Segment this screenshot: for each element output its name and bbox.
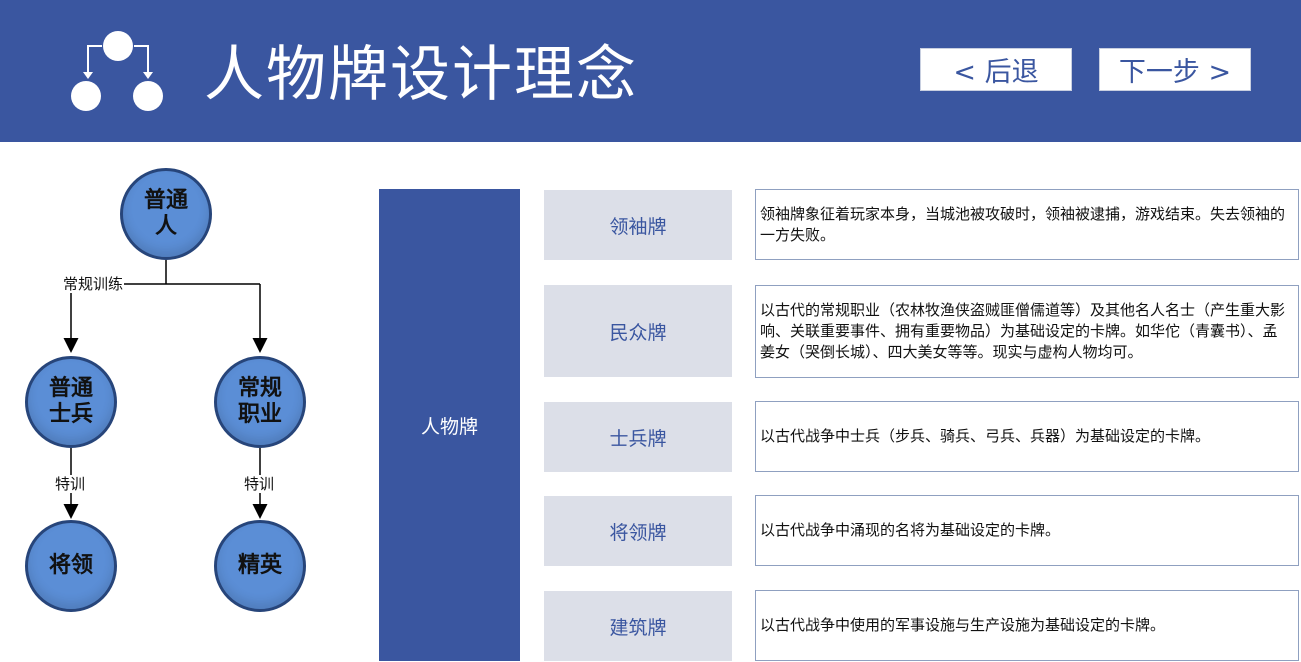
next-button[interactable]: 下一步 > (1099, 48, 1251, 91)
page-title: 人物牌设计理念 (204, 40, 638, 110)
category-general-card: 将领牌 (544, 496, 732, 566)
back-button[interactable]: < 后退 (920, 48, 1072, 91)
header-banner: 人物牌设计理念 < 后退 下一步 > (0, 0, 1301, 142)
description-general-card: 以古代战争中涌现的名将为基础设定的卡牌。 (755, 495, 1299, 566)
edge-label-regular-training: 常规训练 (62, 275, 125, 293)
description-text: 领袖牌象征着玩家本身，当城池被攻破时，领袖被逮捕，游戏结束。失去领袖的一方失败。 (760, 204, 1286, 244)
edge-label-special-training: 特训 (243, 475, 276, 493)
description-text: 以古代的常规职业（农林牧渔侠盗贼匪僧儒道等）及其他名人名士（产生重大影响、关联重… (760, 301, 1286, 361)
character-card-label: 人物牌 (379, 189, 520, 661)
category-civilian-card: 民众牌 (544, 285, 732, 377)
edge-label-special-training: 特训 (54, 475, 87, 493)
description-text: 以古代战争中使用的军事设施与生产设施为基础设定的卡牌。 (760, 616, 1166, 634)
node-label: 普通人 (143, 188, 188, 239)
flow-diagram-icon (71, 31, 163, 111)
node-regular-profession: 常规职业 (214, 356, 306, 448)
description-civilian-card: 以古代的常规职业（农林牧渔侠盗贼匪僧儒道等）及其他名人名士（产生重大影响、关联重… (755, 285, 1299, 378)
node-label: 常规职业 (237, 376, 282, 427)
node-ordinary-soldier: 普通士兵 (25, 356, 117, 448)
node-label: 将领 (48, 553, 93, 578)
description-soldier-card: 以古代战争中士兵（步兵、骑兵、弓兵、兵器）为基础设定的卡牌。 (755, 401, 1299, 472)
description-building-card: 以古代战争中使用的军事设施与生产设施为基础设定的卡牌。 (755, 590, 1299, 661)
training-flowchart: 普通人 普通士兵 常规职业 将领 精英 常规训练 特训 特训 (0, 142, 340, 662)
node-general: 将领 (25, 520, 117, 612)
node-label: 普通士兵 (48, 376, 93, 427)
description-text: 以古代战争中士兵（步兵、骑兵、弓兵、兵器）为基础设定的卡牌。 (760, 427, 1211, 445)
category-soldier-card: 士兵牌 (544, 402, 732, 472)
description-leader-card: 领袖牌象征着玩家本身，当城池被攻破时，领袖被逮捕，游戏结束。失去领袖的一方失败。 (755, 189, 1299, 260)
node-label: 精英 (237, 553, 282, 578)
node-elite: 精英 (214, 520, 306, 612)
description-text: 以古代战争中涌现的名将为基础设定的卡牌。 (760, 521, 1061, 539)
category-building-card: 建筑牌 (544, 591, 732, 661)
category-leader-card: 领袖牌 (544, 190, 732, 260)
node-ordinary-person: 普通人 (120, 168, 212, 260)
